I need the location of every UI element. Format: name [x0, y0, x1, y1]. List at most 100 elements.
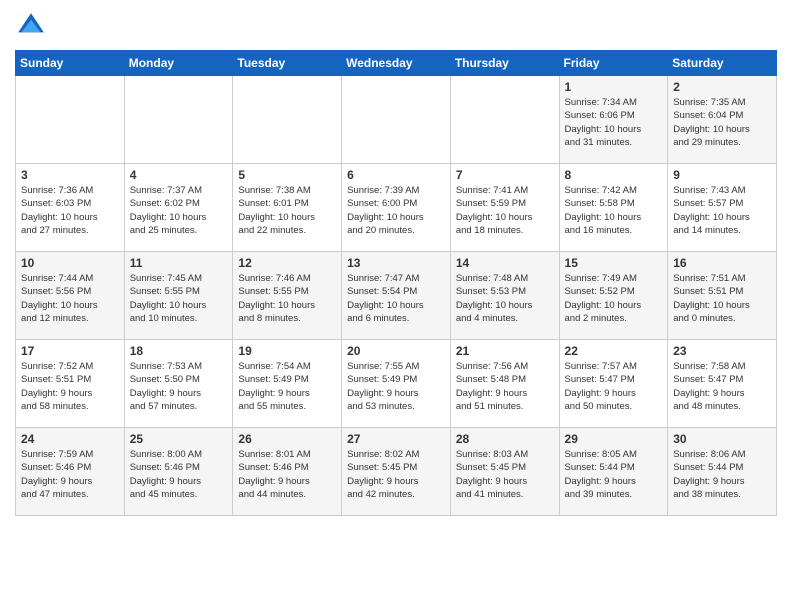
- calendar-cell-week5-day3: 27 Sunrise: 8:02 AM Sunset: 5:45 PM Dayli…: [342, 428, 451, 516]
- day-info: Sunrise: 7:34 AM Sunset: 6:06 PM Dayligh…: [565, 96, 663, 149]
- day-number: 21: [456, 344, 554, 358]
- calendar-week-3: 10 Sunrise: 7:44 AM Sunset: 5:56 PM Dayli…: [16, 252, 777, 340]
- day-info: Sunrise: 7:44 AM Sunset: 5:56 PM Dayligh…: [21, 272, 119, 325]
- weekday-header-row: SundayMondayTuesdayWednesdayThursdayFrid…: [16, 51, 777, 76]
- calendar-cell-week4-day3: 20 Sunrise: 7:55 AM Sunset: 5:49 PM Dayli…: [342, 340, 451, 428]
- calendar-cell-week4-day1: 18 Sunrise: 7:53 AM Sunset: 5:50 PM Dayli…: [124, 340, 233, 428]
- day-info: Sunrise: 7:56 AM Sunset: 5:48 PM Dayligh…: [456, 360, 554, 413]
- day-number: 13: [347, 256, 445, 270]
- day-info: Sunrise: 8:02 AM Sunset: 5:45 PM Dayligh…: [347, 448, 445, 501]
- logo-icon: [15, 10, 47, 42]
- day-number: 5: [238, 168, 336, 182]
- day-info: Sunrise: 7:53 AM Sunset: 5:50 PM Dayligh…: [130, 360, 228, 413]
- calendar-cell-week2-day0: 3Sunrise: 7:36 AM Sunset: 6:03 PM Daylig…: [16, 164, 125, 252]
- calendar-body: 1 Sunrise: 7:34 AM Sunset: 6:06 PM Daylig…: [16, 76, 777, 516]
- calendar-cell-week3-day1: 11 Sunrise: 7:45 AM Sunset: 5:55 PM Dayli…: [124, 252, 233, 340]
- day-number: 20: [347, 344, 445, 358]
- day-number: 28: [456, 432, 554, 446]
- calendar-cell-week3-day2: 12 Sunrise: 7:46 AM Sunset: 5:55 PM Dayli…: [233, 252, 342, 340]
- weekday-header-friday: Friday: [559, 51, 668, 76]
- day-number: 9: [673, 168, 771, 182]
- calendar-cell-week1-day6: 2 Sunrise: 7:35 AM Sunset: 6:04 PM Daylig…: [668, 76, 777, 164]
- day-number: 7: [456, 168, 554, 182]
- weekday-header-thursday: Thursday: [450, 51, 559, 76]
- calendar-week-2: 3Sunrise: 7:36 AM Sunset: 6:03 PM Daylig…: [16, 164, 777, 252]
- day-number: 10: [21, 256, 119, 270]
- weekday-header-wednesday: Wednesday: [342, 51, 451, 76]
- day-info: Sunrise: 7:38 AM Sunset: 6:01 PM Dayligh…: [238, 184, 336, 237]
- calendar-cell-week4-day6: 23 Sunrise: 7:58 AM Sunset: 5:47 PM Dayli…: [668, 340, 777, 428]
- day-number: 4: [130, 168, 228, 182]
- calendar-cell-week1-day3: [342, 76, 451, 164]
- day-info: Sunrise: 7:37 AM Sunset: 6:02 PM Dayligh…: [130, 184, 228, 237]
- day-number: 27: [347, 432, 445, 446]
- calendar-cell-week4-day4: 21 Sunrise: 7:56 AM Sunset: 5:48 PM Dayli…: [450, 340, 559, 428]
- calendar-table: SundayMondayTuesdayWednesdayThursdayFrid…: [15, 50, 777, 516]
- calendar-cell-week1-day2: [233, 76, 342, 164]
- day-number: 15: [565, 256, 663, 270]
- day-info: Sunrise: 7:59 AM Sunset: 5:46 PM Dayligh…: [21, 448, 119, 501]
- day-info: Sunrise: 7:36 AM Sunset: 6:03 PM Dayligh…: [21, 184, 119, 237]
- header: [15, 10, 777, 42]
- calendar-cell-week4-day2: 19Sunrise: 7:54 AM Sunset: 5:49 PM Dayli…: [233, 340, 342, 428]
- calendar-cell-week2-day1: 4 Sunrise: 7:37 AM Sunset: 6:02 PM Daylig…: [124, 164, 233, 252]
- calendar-cell-week1-day5: 1 Sunrise: 7:34 AM Sunset: 6:06 PM Daylig…: [559, 76, 668, 164]
- day-info: Sunrise: 7:46 AM Sunset: 5:55 PM Dayligh…: [238, 272, 336, 325]
- page: SundayMondayTuesdayWednesdayThursdayFrid…: [0, 0, 792, 526]
- day-info: Sunrise: 8:01 AM Sunset: 5:46 PM Dayligh…: [238, 448, 336, 501]
- calendar-cell-week5-day5: 29Sunrise: 8:05 AM Sunset: 5:44 PM Dayli…: [559, 428, 668, 516]
- calendar-cell-week4-day5: 22 Sunrise: 7:57 AM Sunset: 5:47 PM Dayli…: [559, 340, 668, 428]
- day-number: 12: [238, 256, 336, 270]
- calendar-cell-week5-day2: 26 Sunrise: 8:01 AM Sunset: 5:46 PM Dayli…: [233, 428, 342, 516]
- day-number: 14: [456, 256, 554, 270]
- calendar-week-1: 1 Sunrise: 7:34 AM Sunset: 6:06 PM Daylig…: [16, 76, 777, 164]
- day-number: 18: [130, 344, 228, 358]
- day-number: 29: [565, 432, 663, 446]
- day-info: Sunrise: 7:58 AM Sunset: 5:47 PM Dayligh…: [673, 360, 771, 413]
- day-info: Sunrise: 8:03 AM Sunset: 5:45 PM Dayligh…: [456, 448, 554, 501]
- calendar-cell-week3-day0: 10 Sunrise: 7:44 AM Sunset: 5:56 PM Dayli…: [16, 252, 125, 340]
- day-info: Sunrise: 7:45 AM Sunset: 5:55 PM Dayligh…: [130, 272, 228, 325]
- day-number: 6: [347, 168, 445, 182]
- day-number: 17: [21, 344, 119, 358]
- weekday-header-saturday: Saturday: [668, 51, 777, 76]
- day-info: Sunrise: 7:52 AM Sunset: 5:51 PM Dayligh…: [21, 360, 119, 413]
- day-info: Sunrise: 7:54 AM Sunset: 5:49 PM Dayligh…: [238, 360, 336, 413]
- day-number: 1: [565, 80, 663, 94]
- day-number: 25: [130, 432, 228, 446]
- calendar-cell-week1-day4: [450, 76, 559, 164]
- day-info: Sunrise: 7:48 AM Sunset: 5:53 PM Dayligh…: [456, 272, 554, 325]
- calendar-cell-week5-day4: 28 Sunrise: 8:03 AM Sunset: 5:45 PM Dayli…: [450, 428, 559, 516]
- weekday-header-sunday: Sunday: [16, 51, 125, 76]
- day-number: 22: [565, 344, 663, 358]
- calendar-cell-week2-day4: 7Sunrise: 7:41 AM Sunset: 5:59 PM Daylig…: [450, 164, 559, 252]
- day-info: Sunrise: 7:47 AM Sunset: 5:54 PM Dayligh…: [347, 272, 445, 325]
- calendar-cell-week4-day0: 17 Sunrise: 7:52 AM Sunset: 5:51 PM Dayli…: [16, 340, 125, 428]
- calendar-cell-week3-day4: 14 Sunrise: 7:48 AM Sunset: 5:53 PM Dayli…: [450, 252, 559, 340]
- calendar-cell-week2-day6: 9 Sunrise: 7:43 AM Sunset: 5:57 PM Daylig…: [668, 164, 777, 252]
- calendar-header: SundayMondayTuesdayWednesdayThursdayFrid…: [16, 51, 777, 76]
- calendar-cell-week5-day1: 25 Sunrise: 8:00 AM Sunset: 5:46 PM Dayli…: [124, 428, 233, 516]
- day-info: Sunrise: 7:43 AM Sunset: 5:57 PM Dayligh…: [673, 184, 771, 237]
- weekday-header-monday: Monday: [124, 51, 233, 76]
- calendar-cell-week2-day3: 6 Sunrise: 7:39 AM Sunset: 6:00 PM Daylig…: [342, 164, 451, 252]
- calendar-week-5: 24Sunrise: 7:59 AM Sunset: 5:46 PM Dayli…: [16, 428, 777, 516]
- day-number: 11: [130, 256, 228, 270]
- calendar-cell-week3-day6: 16Sunrise: 7:51 AM Sunset: 5:51 PM Dayli…: [668, 252, 777, 340]
- day-number: 16: [673, 256, 771, 270]
- day-info: Sunrise: 7:57 AM Sunset: 5:47 PM Dayligh…: [565, 360, 663, 413]
- weekday-header-tuesday: Tuesday: [233, 51, 342, 76]
- day-info: Sunrise: 8:00 AM Sunset: 5:46 PM Dayligh…: [130, 448, 228, 501]
- day-number: 26: [238, 432, 336, 446]
- calendar-cell-week1-day0: [16, 76, 125, 164]
- calendar-cell-week2-day5: 8Sunrise: 7:42 AM Sunset: 5:58 PM Daylig…: [559, 164, 668, 252]
- calendar-cell-week3-day5: 15 Sunrise: 7:49 AM Sunset: 5:52 PM Dayli…: [559, 252, 668, 340]
- logo: [15, 10, 51, 42]
- day-number: 23: [673, 344, 771, 358]
- day-info: Sunrise: 7:39 AM Sunset: 6:00 PM Dayligh…: [347, 184, 445, 237]
- day-number: 2: [673, 80, 771, 94]
- calendar-cell-week2-day2: 5 Sunrise: 7:38 AM Sunset: 6:01 PM Daylig…: [233, 164, 342, 252]
- day-info: Sunrise: 7:35 AM Sunset: 6:04 PM Dayligh…: [673, 96, 771, 149]
- day-info: Sunrise: 7:49 AM Sunset: 5:52 PM Dayligh…: [565, 272, 663, 325]
- day-info: Sunrise: 7:55 AM Sunset: 5:49 PM Dayligh…: [347, 360, 445, 413]
